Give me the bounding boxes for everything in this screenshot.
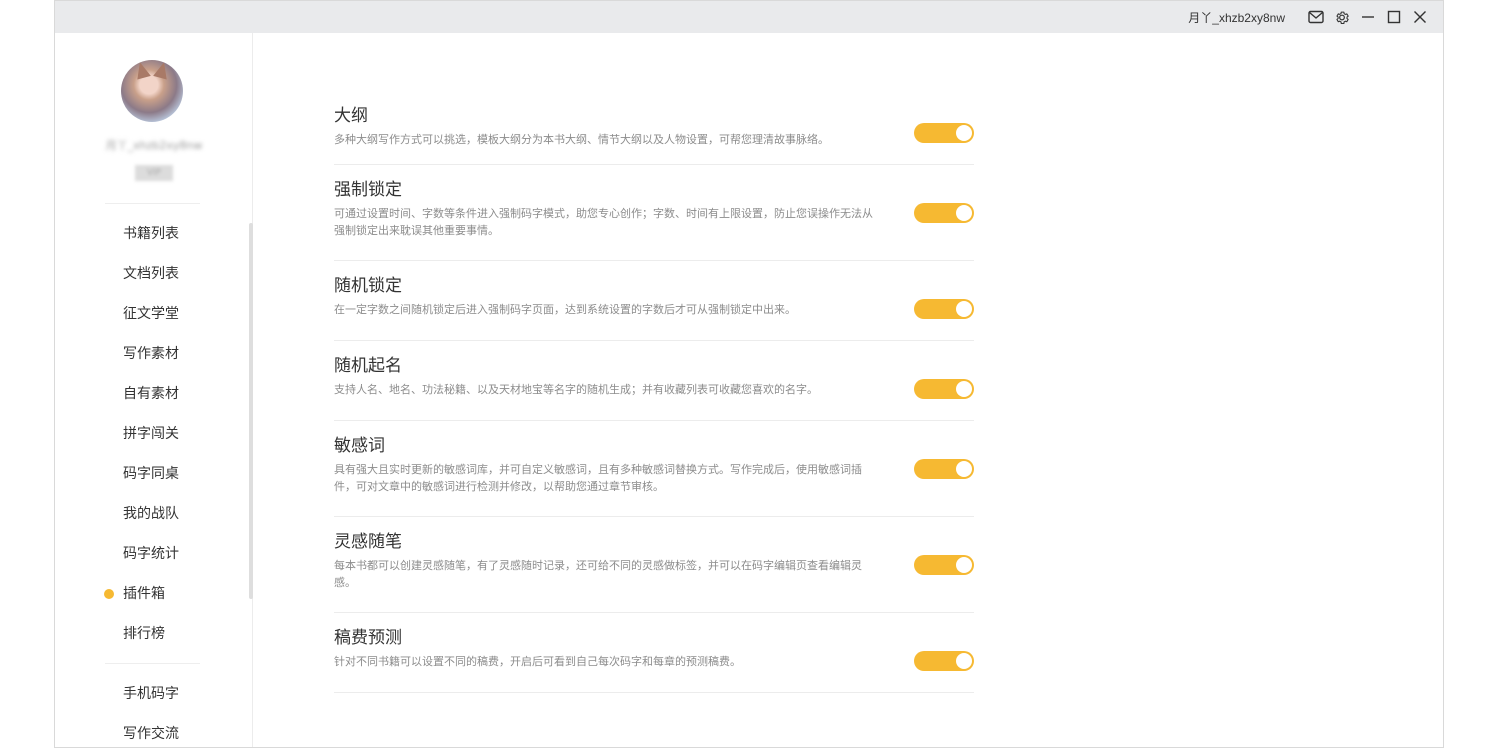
plugin-name: 敏感词: [334, 436, 385, 456]
sidebar-item-my-team[interactable]: 我的战队: [55, 494, 253, 534]
title-bar: 月丫_xhzb2xy8nw: [55, 1, 1443, 33]
sidebar-item-own-material[interactable]: 自有素材: [55, 374, 253, 414]
app-window: 月丫_xhzb2xy8nw 月丫_xhzb2xy8nw VIP 书籍列表 文档列…: [54, 0, 1444, 748]
toggle-knob: [956, 205, 972, 221]
sidebar-item-label: 码字同桌: [123, 466, 179, 482]
sidebar-item-typing-deskmate[interactable]: 码字同桌: [55, 454, 253, 494]
sidebar-nav: 书籍列表 文档列表 征文学堂 写作素材 自有素材 拼字闯关 码字同桌 我的战队 …: [55, 214, 253, 654]
sidebar-username: 月丫_xhzb2xy8nw: [105, 139, 203, 152]
plugin-name: 随机起名: [334, 356, 402, 376]
avatar[interactable]: [121, 60, 183, 122]
plugin-row-sensitive-words: 敏感词 具有强大且实时更新的敏感词库，并可自定义敏感词，且有多种敏感词替换方式。…: [334, 421, 974, 517]
sidebar-nav-secondary: 手机码字 写作交流: [55, 674, 253, 747]
plugin-toggle[interactable]: [914, 651, 974, 671]
plugin-row-random-lock: 随机锁定 在一定字数之间随机锁定后进入强制码字页面，达到系统设置的字数后才可从强…: [334, 261, 974, 341]
toggle-knob: [956, 461, 972, 477]
plugin-row-random-naming: 随机起名 支持人名、地名、功法秘籍、以及天材地宝等名字的随机生成；并有收藏列表可…: [334, 341, 974, 421]
toggle-knob: [956, 125, 972, 141]
sidebar-item-label: 插件箱: [123, 586, 165, 602]
plugin-toggle[interactable]: [914, 299, 974, 319]
toggle-knob: [956, 381, 972, 397]
toggle-knob: [956, 301, 972, 317]
sidebar-item-ranking[interactable]: 排行榜: [55, 614, 253, 654]
plugin-desc: 具有强大且实时更新的敏感词库，并可自定义敏感词，且有多种敏感词替换方式。写作完成…: [334, 463, 862, 493]
sidebar: 月丫_xhzb2xy8nw VIP 书籍列表 文档列表 征文学堂 写作素材 自有…: [55, 33, 253, 747]
sidebar-item-label: 写作交流: [123, 726, 179, 742]
plugin-row-force-lock: 强制锁定 可通过设置时间、字数等条件进入强制码字模式，助您专心创作；字数、时间有…: [334, 165, 974, 261]
plugin-row-outline: 大纲 多种大纲写作方式可以挑选，模板大纲分为本书大纲、情节大纲以及人物设置，可帮…: [334, 91, 974, 165]
plugin-toggle[interactable]: [914, 203, 974, 223]
plugin-row-inspiration-notes: 灵感随笔 每本书都可以创建灵感随笔，有了灵感随时记录，还可给不同的灵感做标签，并…: [334, 517, 974, 613]
toggle-knob: [956, 557, 972, 573]
plugin-desc: 针对不同书籍可以设置不同的稿费，开启后可看到自己每次码字和每章的预测稿费。: [334, 655, 741, 668]
plugin-name: 大纲: [334, 106, 368, 126]
close-icon[interactable]: [1412, 9, 1428, 25]
plugin-toggle[interactable]: [914, 379, 974, 399]
mail-icon[interactable]: [1308, 9, 1324, 25]
plugin-desc: 可通过设置时间、字数等条件进入强制码字模式，助您专心创作；字数、时间有上限设置，…: [334, 207, 873, 237]
plugin-list: 大纲 多种大纲写作方式可以挑选，模板大纲分为本书大纲、情节大纲以及人物设置，可帮…: [334, 91, 974, 693]
plugin-desc: 支持人名、地名、功法秘籍、以及天材地宝等名字的随机生成；并有收藏列表可收藏您喜欢…: [334, 383, 818, 396]
plugin-name: 随机锁定: [334, 276, 402, 296]
sidebar-item-label: 排行榜: [123, 626, 165, 642]
sidebar-item-label: 手机码字: [123, 686, 179, 702]
sidebar-divider: [105, 203, 200, 204]
plugin-toggle[interactable]: [914, 555, 974, 575]
sidebar-item-label: 码字统计: [123, 546, 179, 562]
plugin-toggle[interactable]: [914, 123, 974, 143]
gear-icon[interactable]: [1334, 9, 1350, 25]
sidebar-item-label: 拼字闯关: [123, 426, 179, 442]
sidebar-item-contest-school[interactable]: 征文学堂: [55, 294, 253, 334]
minimize-icon[interactable]: [1360, 9, 1376, 25]
sidebar-item-label: 征文学堂: [123, 306, 179, 322]
plugin-desc: 在一定字数之间随机锁定后进入强制码字页面，达到系统设置的字数后才可从强制锁定中出…: [334, 303, 796, 316]
plugin-row-fee-forecast: 稿费预测 针对不同书籍可以设置不同的稿费，开启后可看到自己每次码字和每章的预测稿…: [334, 613, 974, 693]
sidebar-item-plugin-box[interactable]: 插件箱: [55, 574, 253, 614]
vip-badge: VIP: [135, 165, 173, 181]
sidebar-item-doc-list[interactable]: 文档列表: [55, 254, 253, 294]
sidebar-item-label: 文档列表: [123, 266, 179, 282]
maximize-icon[interactable]: [1386, 9, 1402, 25]
sidebar-item-typing-challenge[interactable]: 拼字闯关: [55, 414, 253, 454]
active-indicator-dot: [104, 589, 114, 599]
sidebar-scrollbar[interactable]: [249, 223, 253, 599]
sidebar-item-book-list[interactable]: 书籍列表: [55, 214, 253, 254]
sidebar-item-label: 写作素材: [123, 346, 179, 362]
titlebar-username[interactable]: 月丫_xhzb2xy8nw: [1188, 9, 1285, 26]
plugin-desc: 多种大纲写作方式可以挑选，模板大纲分为本书大纲、情节大纲以及人物设置，可帮您理清…: [334, 133, 829, 146]
sidebar-item-label: 我的战队: [123, 506, 179, 522]
sidebar-item-writing-exchange[interactable]: 写作交流: [55, 714, 253, 747]
plugin-name: 稿费预测: [334, 628, 402, 648]
sidebar-divider: [105, 663, 200, 664]
sidebar-item-writing-material[interactable]: 写作素材: [55, 334, 253, 374]
sidebar-item-label: 书籍列表: [123, 226, 179, 242]
toggle-knob: [956, 653, 972, 669]
sidebar-item-typing-stats[interactable]: 码字统计: [55, 534, 253, 574]
plugin-name: 强制锁定: [334, 180, 402, 200]
plugin-name: 灵感随笔: [334, 532, 402, 552]
sidebar-item-label: 自有素材: [123, 386, 179, 402]
plugin-toggle[interactable]: [914, 459, 974, 479]
plugin-desc: 每本书都可以创建灵感随笔，有了灵感随时记录，还可给不同的灵感做标签，并可以在码字…: [334, 559, 862, 589]
sidebar-item-mobile-typing[interactable]: 手机码字: [55, 674, 253, 714]
